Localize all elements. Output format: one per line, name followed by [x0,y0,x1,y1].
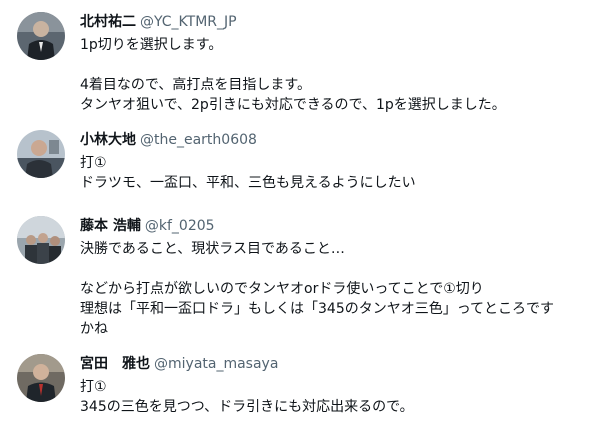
user-handle[interactable]: @kf_0205 [145,218,215,234]
tweet-text-line: 345の三色を見つつ、ドラ引きにも対応出来るので。 [80,399,414,415]
tweet: 北村祐二 @YC_KTMR_JP 1p切りを選択します。 4着目なので、高打点を目… [0,12,600,122]
tweet-text-line: などから打点が欲しいのでタンヤオorドラ使いってことで①切り [80,281,484,297]
tweet-header: 北村祐二 @YC_KTMR_JP [80,12,237,32]
avatar[interactable] [17,354,65,402]
tweet-text-line: 4着目なので、高打点を目指します。 [80,77,311,93]
tweet-text-line: 打① [80,379,107,395]
tweet-text: 決勝であること、現状ラス目であること… などから打点が欲しいのでタンヤオorドラ… [80,239,592,339]
tweet-text: 1p切りを選択します。 4着目なので、高打点を目指します。 タンヤオ狙いで、2p… [80,35,592,115]
display-name[interactable]: 宮田 雅也 [80,356,150,372]
tweet-text-line: かね [80,321,108,337]
user-handle[interactable]: @the_earth0608 [140,132,257,148]
tweet-header: 藤本 浩輔 @kf_0205 [80,216,215,236]
display-name[interactable]: 北村祐二 [80,14,136,30]
tweet: 小林大地 @the_earth0608 打① ドラツモ、一盃口、平和、三色も見える… [0,130,600,200]
avatar[interactable] [17,130,65,178]
avatar[interactable] [17,216,65,264]
tweet-text-line: 1p切りを選択します。 [80,37,223,53]
user-photo-icon [17,216,65,264]
tweet-text: 打① 345の三色を見つつ、ドラ引きにも対応出来るので。 [80,377,592,417]
display-name[interactable]: 小林大地 [80,132,136,148]
tweet: 藤本 浩輔 @kf_0205 決勝であること、現状ラス目であること… などから打点… [0,216,600,339]
tweet-text: 打① ドラツモ、一盃口、平和、三色も見えるようにしたい [80,153,592,193]
tweet-text-line: 決勝であること、現状ラス目であること… [80,241,345,257]
tweet-text-line [80,55,592,75]
tweet: 宮田 雅也 @miyata_masaya 打① 345の三色を見つつ、ドラ引きにも… [0,354,600,424]
tweet-text-line: ドラツモ、一盃口、平和、三色も見えるようにしたい [80,175,416,191]
user-handle[interactable]: @miyata_masaya [154,356,278,372]
user-photo-icon [17,130,65,178]
tweet-header: 宮田 雅也 @miyata_masaya [80,354,278,374]
tweet-text-line: 打① [80,155,107,171]
display-name[interactable]: 藤本 浩輔 [80,218,141,234]
user-handle[interactable]: @YC_KTMR_JP [140,14,237,30]
avatar[interactable] [17,12,65,60]
user-photo-icon [17,354,65,402]
tweet-text-line [80,259,592,279]
tweet-text-line: タンヤオ狙いで、2p引きにも対応できるので、1pを選択しました。 [80,97,506,113]
user-photo-icon [17,12,65,60]
tweet-header: 小林大地 @the_earth0608 [80,130,257,150]
tweet-text-line: 理想は「平和一盃口ドラ」もしくは「345のタンヤオ三色」ってところです [80,301,555,317]
